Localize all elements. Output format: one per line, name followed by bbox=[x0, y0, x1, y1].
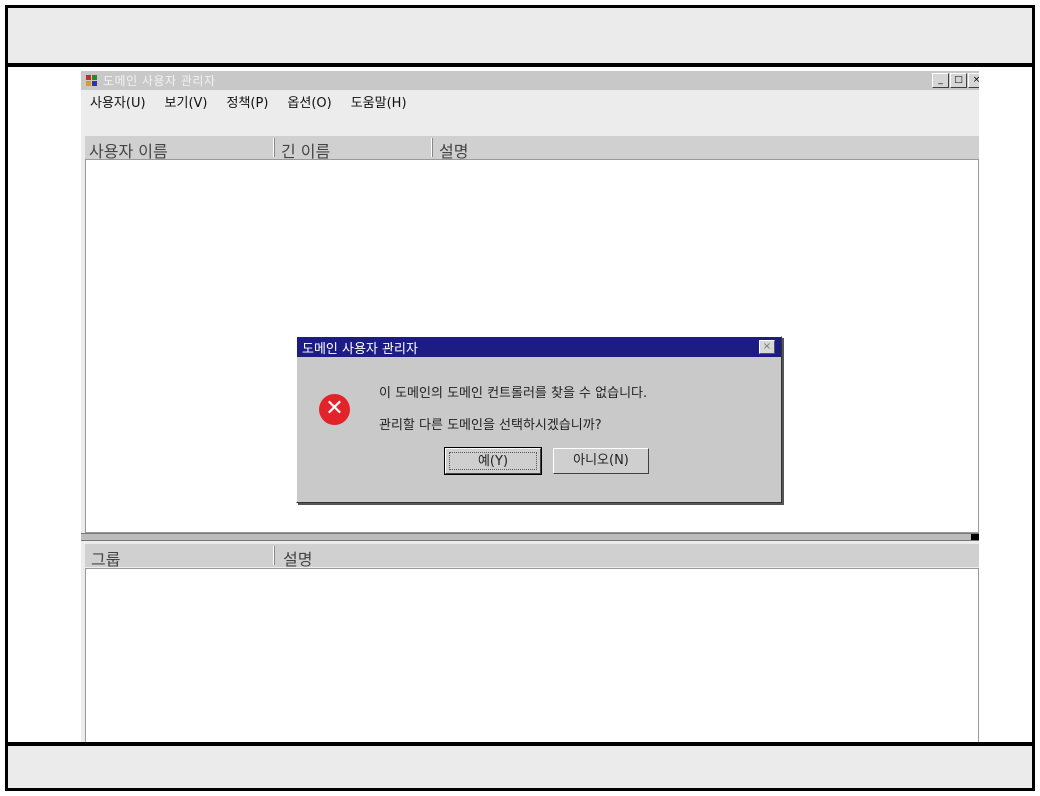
minimize-button[interactable]: _ bbox=[932, 73, 949, 88]
bottom-band bbox=[8, 742, 1032, 788]
window-title: 도메인 사용자 관리자 bbox=[103, 74, 216, 88]
no-button[interactable]: 아니오(N) bbox=[553, 448, 649, 474]
window-titlebar[interactable]: 도메인 사용자 관리자 _ □ × bbox=[81, 71, 979, 90]
column-header-group-description[interactable]: 설명 bbox=[283, 546, 312, 570]
yes-button-label: 예(Y) bbox=[449, 452, 537, 470]
dialog-message-line2: 관리할 다른 도메인을 선택하시겠습니까? bbox=[379, 418, 602, 433]
user-list-header: 사용자 이름 긴 이름 설명 bbox=[85, 136, 979, 161]
menu-options[interactable]: 옵션(O) bbox=[287, 92, 331, 111]
dialog-message-line1: 이 도메인의 도메인 컨트롤러를 찾을 수 없습니다. bbox=[379, 386, 648, 401]
dialog-titlebar[interactable]: 도메인 사용자 관리자 × bbox=[297, 337, 781, 357]
menu-help[interactable]: 도움말(H) bbox=[351, 92, 407, 111]
menubar: 사용자(U) 보기(V) 정책(P) 옵션(O) 도움말(H) bbox=[81, 91, 979, 111]
close-button[interactable]: × bbox=[968, 73, 979, 88]
column-header-group[interactable]: 그룹 bbox=[91, 546, 120, 570]
splitter-handle[interactable] bbox=[971, 534, 979, 540]
error-icon: ✕ bbox=[319, 394, 350, 425]
menu-policy[interactable]: 정책(P) bbox=[227, 92, 269, 111]
group-list-pane[interactable] bbox=[85, 568, 979, 749]
top-band bbox=[8, 8, 1032, 67]
dialog-close-button[interactable]: × bbox=[759, 340, 775, 354]
yes-button[interactable]: 예(Y) bbox=[444, 447, 542, 475]
pane-splitter[interactable] bbox=[81, 533, 979, 541]
error-dialog: 도메인 사용자 관리자 × ✕ 이 도메인의 도메인 컨트롤러를 찾을 수 없습… bbox=[296, 336, 782, 503]
maximize-button[interactable]: □ bbox=[950, 73, 967, 88]
group-list-header: 그룹 설명 bbox=[85, 544, 979, 570]
menu-user[interactable]: 사용자(U) bbox=[90, 92, 146, 111]
app-icon bbox=[86, 74, 100, 87]
menu-view[interactable]: 보기(V) bbox=[165, 92, 208, 111]
dialog-title: 도메인 사용자 관리자 bbox=[302, 341, 418, 357]
screenshot-frame: 도메인 사용자 관리자 _ □ × 사용자(U) 보기(V) 정책(P) 옵션(… bbox=[5, 5, 1035, 791]
